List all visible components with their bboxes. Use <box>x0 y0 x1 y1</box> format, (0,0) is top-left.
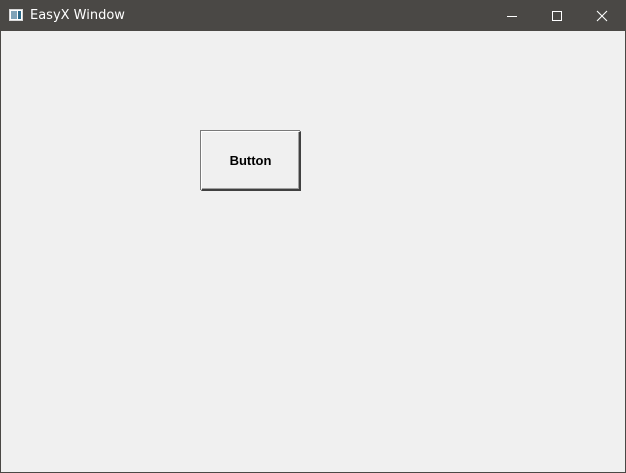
client-area: Button <box>1 31 625 472</box>
maximize-icon <box>552 11 562 21</box>
title-bar[interactable]: EasyX Window <box>1 1 625 31</box>
app-window-icon <box>9 9 23 21</box>
maximize-button[interactable] <box>534 1 580 31</box>
app-window: EasyX Window Button <box>0 0 626 473</box>
minimize-icon <box>507 16 517 17</box>
close-icon <box>596 10 608 22</box>
window-title: EasyX Window <box>30 8 125 23</box>
main-button[interactable]: Button <box>201 131 301 191</box>
minimize-button[interactable] <box>489 1 535 31</box>
close-button[interactable] <box>579 1 625 31</box>
